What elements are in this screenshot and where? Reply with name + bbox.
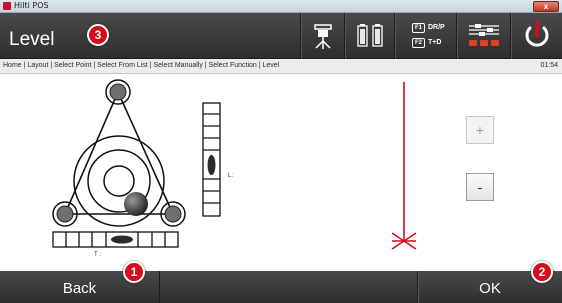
- window-close-button[interactable]: x: [533, 1, 559, 12]
- power-icon: [525, 20, 549, 47]
- f2-key: F2: [412, 38, 425, 48]
- increase-button[interactable]: +: [466, 116, 494, 144]
- horizontal-tube-level: [52, 231, 179, 248]
- battery-icon: [357, 24, 383, 47]
- callout-marker-2: 2: [531, 261, 553, 283]
- settings-sliders-icon: [469, 24, 499, 46]
- level-bubble: [124, 192, 148, 216]
- callout-marker-1: 1: [123, 261, 145, 283]
- power-button[interactable]: [510, 13, 562, 59]
- battery-button[interactable]: [344, 13, 394, 59]
- level-view: T : L: + -: [0, 74, 562, 271]
- f1-label: DR/P: [428, 24, 445, 31]
- app-header: Level 3 F1 DR/P F2 T+D: [0, 13, 562, 59]
- instrument-icon: [314, 24, 332, 49]
- breadcrumb-bar: Home | Layout | Select Point | Select Fr…: [0, 59, 562, 74]
- laser-plummet-indicator: [391, 82, 417, 250]
- clock: 01:54: [540, 62, 558, 69]
- decrease-button[interactable]: -: [466, 173, 494, 201]
- f1-key: F1: [412, 23, 425, 33]
- window-titlebar: Hilti POS x: [0, 0, 562, 13]
- breadcrumb[interactable]: Home | Layout | Select Point | Select Fr…: [3, 62, 279, 69]
- instrument-button[interactable]: [300, 13, 344, 59]
- vertical-level-label: L:: [228, 173, 234, 179]
- horizontal-level-label: T :: [94, 252, 101, 258]
- footer-bar: Back OK: [0, 271, 562, 303]
- callout-marker-3: 3: [87, 24, 109, 46]
- vertical-tube-level: [202, 102, 221, 217]
- window-title: Hilti POS: [14, 1, 49, 10]
- settings-button[interactable]: [456, 13, 510, 59]
- circular-level-graphic: [52, 79, 186, 227]
- face-keys-button[interactable]: F1 DR/P F2 T+D: [394, 13, 456, 59]
- f2-label: T+D: [428, 39, 442, 46]
- page-title: Level: [9, 29, 55, 50]
- app-icon: [3, 2, 11, 10]
